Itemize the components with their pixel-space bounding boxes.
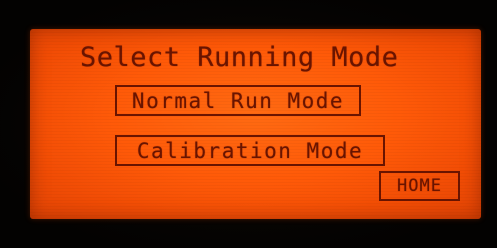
screen-title: Select Running Mode — [80, 42, 399, 73]
normal-run-mode-label: Normal Run Mode — [131, 88, 345, 113]
normal-run-mode-button[interactable]: Normal Run Mode — [115, 85, 361, 116]
home-label: HOME — [397, 176, 442, 196]
calibration-mode-button[interactable]: Calibration Mode — [115, 135, 385, 166]
device-bezel: Select Running Mode Normal Run Mode Cali… — [0, 0, 497, 248]
lcd-screen: Select Running Mode Normal Run Mode Cali… — [30, 29, 481, 219]
calibration-mode-label: Calibration Mode — [136, 138, 364, 163]
home-button[interactable]: HOME — [379, 171, 460, 201]
